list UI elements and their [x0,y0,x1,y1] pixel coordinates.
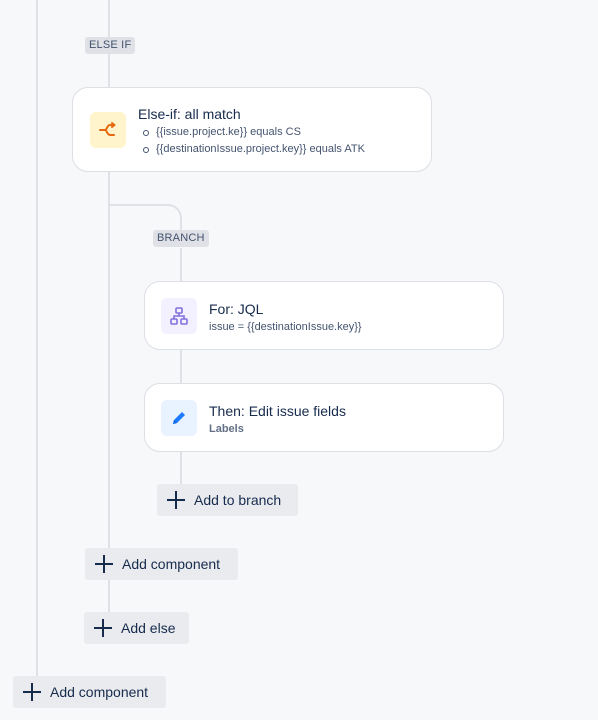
for-title: For: JQL [209,301,264,317]
add-else-label: Add else [121,620,176,636]
add-else-button[interactable]: Add else [84,612,189,644]
add-component-inner-button[interactable]: Add component [85,548,238,580]
add-to-branch-button[interactable]: Add to branch [157,484,298,516]
branch-connector-top [180,248,182,281]
then-edit-card[interactable]: Then: Edit issue fields Labels [144,383,504,452]
add-component-inner-label: Add component [122,556,221,572]
then-title: Then: Edit issue fields [209,403,346,419]
plus-icon [95,555,113,573]
branch-connector-mid [180,349,182,383]
branch-connector-bottom [180,451,182,485]
for-subtitle: issue = {{destinationIssue.key}} [209,321,362,333]
else-if-label: ELSE IF [85,37,136,54]
for-icon-box [161,298,197,334]
else-if-card[interactable]: Else-if: all match {{issue.project.ke}} … [72,87,432,172]
plus-icon [23,683,41,701]
for-jql-card[interactable]: For: JQL issue = {{destinationIssue.key}… [144,281,504,350]
condition-item: {{issue.project.ke}} equals CS [138,124,365,141]
add-to-branch-label: Add to branch [194,492,282,508]
else-if-title: Else-if: all match [138,106,241,122]
plus-icon [167,491,185,509]
add-component-outer-label: Add component [50,684,149,700]
plus-icon [94,619,112,637]
hierarchy-icon [170,307,188,325]
else-if-conditions: {{issue.project.ke}} equals CS {{destina… [138,124,365,158]
outer-connector-line [36,0,38,678]
then-subtitle: Labels [209,423,244,435]
else-if-icon-box [90,112,126,148]
add-component-outer-button[interactable]: Add component [13,676,166,708]
then-icon-box [161,400,197,436]
pencil-icon [173,412,185,424]
branch-condition-icon [99,122,116,136]
branch-label: BRANCH [153,230,209,247]
condition-item: {{destinationIssue.project.key}} equals … [138,141,365,158]
